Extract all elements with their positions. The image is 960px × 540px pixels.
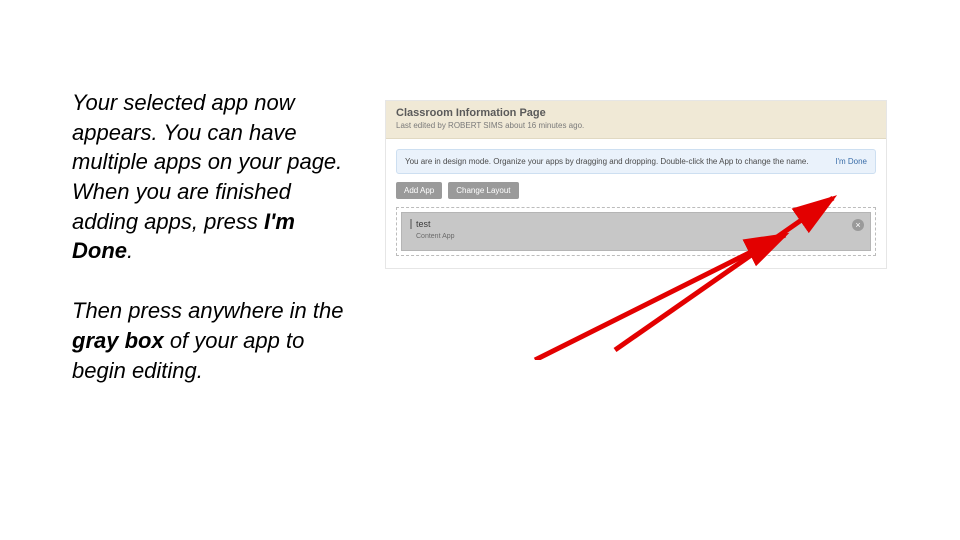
add-app-button[interactable]: Add App xyxy=(396,182,442,199)
close-icon[interactable]: × xyxy=(852,219,864,231)
para2-bold: gray box xyxy=(72,328,164,353)
change-layout-button[interactable]: Change Layout xyxy=(448,182,518,199)
app-title: test xyxy=(410,219,862,229)
instruction-para-2: Then press anywhere in the gray box of y… xyxy=(72,296,352,385)
app-type-label: Content App xyxy=(410,233,862,240)
cms-screenshot: Classroom Information Page Last edited b… xyxy=(385,100,887,269)
para1-post: . xyxy=(127,238,133,263)
toolbar: Add App Change Layout xyxy=(396,182,876,199)
instruction-para-1: Your selected app now appears. You can h… xyxy=(72,88,352,266)
app-gray-box[interactable]: test Content App × xyxy=(401,212,871,251)
para1-pre: Your selected app now appears. You can h… xyxy=(72,90,342,234)
instruction-text: Your selected app now appears. You can h… xyxy=(72,88,352,385)
im-done-link[interactable]: I'm Done xyxy=(835,157,867,166)
design-mode-text: You are in design mode. Organize your ap… xyxy=(405,156,829,167)
page-header: Classroom Information Page Last edited b… xyxy=(386,101,886,139)
design-mode-banner: You are in design mode. Organize your ap… xyxy=(396,149,876,174)
page-subtitle: Last edited by ROBERT SIMS about 16 minu… xyxy=(396,121,876,130)
page-title: Classroom Information Page xyxy=(396,107,876,119)
para2-pre: Then press anywhere in the xyxy=(72,298,344,323)
app-drop-zone: test Content App × xyxy=(396,207,876,256)
